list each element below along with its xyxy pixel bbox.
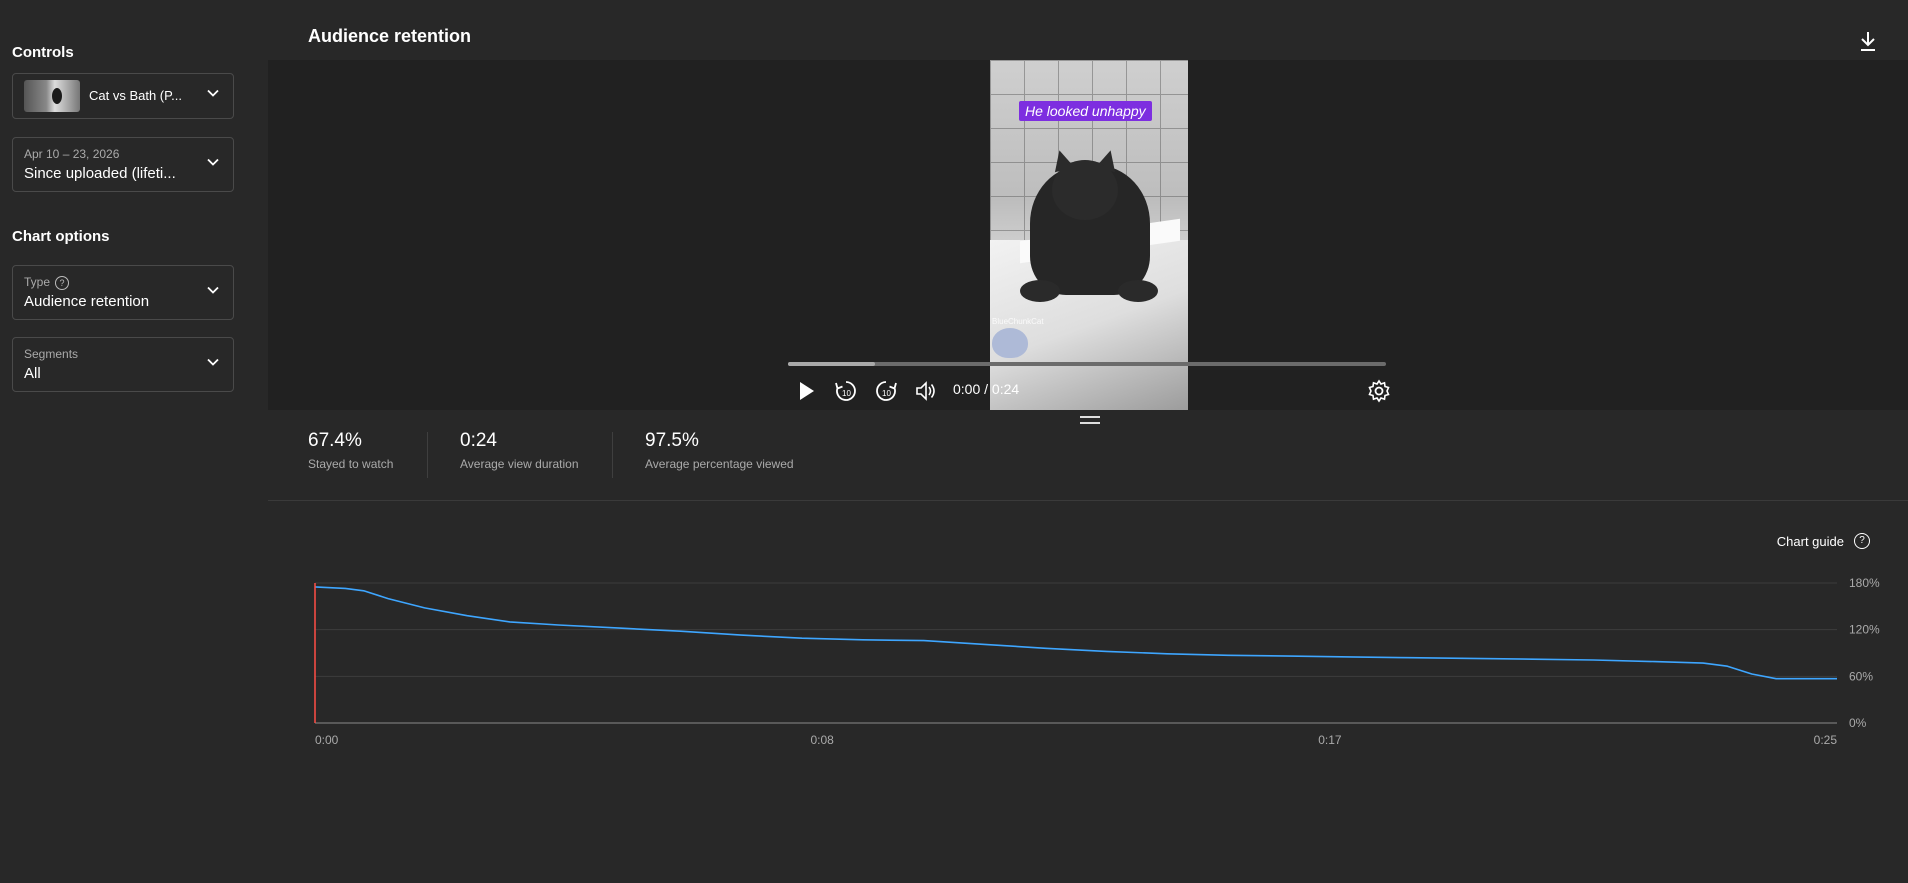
video-frame[interactable]: He looked unhappy BlueChunkCat [990, 60, 1188, 410]
video-progress-bar[interactable] [788, 362, 1386, 366]
video-caption: He looked unhappy [1019, 101, 1152, 121]
controls-title: Controls [12, 44, 74, 61]
play-icon[interactable] [793, 378, 819, 404]
chart-options-title: Chart options [12, 228, 110, 245]
y-tick-label: 60% [1849, 669, 1873, 683]
video-time: 0:00 / 0:24 [953, 381, 1020, 397]
mascot-logo [992, 328, 1028, 358]
segments-select[interactable]: Segments All [12, 337, 234, 392]
x-tick-label: 0:08 [810, 733, 834, 747]
divider [268, 500, 1908, 501]
x-tick-label: 0:17 [1318, 733, 1342, 747]
video-watermark: BlueChunkCat [992, 317, 1044, 326]
page-title: Audience retention [308, 26, 472, 46]
date-range-value: Since uploaded (lifeti... [24, 165, 176, 182]
y-tick-label: 120% [1849, 623, 1880, 637]
chevron-down-icon [207, 358, 219, 366]
sidebar: Controls Cat vs Bath (P... Apr 10 – 23, … [0, 0, 268, 883]
date-range-select[interactable]: Apr 10 – 23, 2026 Since uploaded (lifeti… [12, 137, 234, 192]
chart-type-select[interactable]: Type? Audience retention [12, 265, 234, 320]
segments-value: All [24, 365, 41, 382]
help-icon: ? [1854, 533, 1870, 549]
chevron-down-icon [207, 89, 219, 97]
segments-label: Segments [24, 347, 79, 361]
replay-10-icon[interactable]: 10 [833, 378, 859, 404]
download-icon[interactable] [1858, 30, 1878, 52]
retention-chart[interactable]: 180% 120% 60% 0% 0:00 0:08 0:17 0:25 [268, 560, 1908, 760]
chart-type-label: Type? [24, 275, 70, 290]
date-range-label: Apr 10 – 23, 2026 [24, 147, 120, 161]
stat-average-percentage-viewed: 97.5% Average percentage viewed [645, 430, 794, 471]
stat-average-view-duration: 0:24 Average view duration [460, 430, 579, 471]
chevron-down-icon [207, 158, 219, 166]
x-tick-label: 0:25 [1814, 733, 1838, 747]
chevron-down-icon [207, 286, 219, 294]
help-icon[interactable]: ? [55, 275, 70, 290]
y-tick-label: 180% [1849, 576, 1880, 590]
resize-handle[interactable] [1080, 416, 1100, 428]
stats-row: 67.4% Stayed to watch 0:24 Average view … [268, 430, 1908, 500]
video-select[interactable]: Cat vs Bath (P... [12, 73, 234, 119]
chart-guide-label: Chart guide [1776, 533, 1844, 549]
video-progress-buffered [788, 362, 876, 366]
stat-stayed-to-watch: 67.4% Stayed to watch [308, 430, 394, 471]
x-tick-label: 0:00 [315, 733, 339, 747]
video-player[interactable]: He looked unhappy BlueChunkCat 10 10 0:0… [268, 60, 1908, 410]
svg-text:10: 10 [842, 389, 851, 398]
retention-line [314, 586, 1837, 680]
volume-icon[interactable] [913, 378, 939, 404]
gear-icon[interactable] [1366, 378, 1392, 404]
chart-type-value: Audience retention [24, 293, 150, 310]
video-thumbnail [24, 80, 80, 112]
y-tick-label: 0% [1849, 716, 1867, 730]
video-select-value: Cat vs Bath (P... [89, 88, 182, 103]
main-panel: Audience retention He looked unhappy Blu… [268, 0, 1908, 883]
forward-10-icon[interactable]: 10 [873, 378, 899, 404]
chart-guide-button[interactable]: Chart guide ? [1777, 533, 1870, 549]
svg-text:10: 10 [882, 389, 891, 398]
